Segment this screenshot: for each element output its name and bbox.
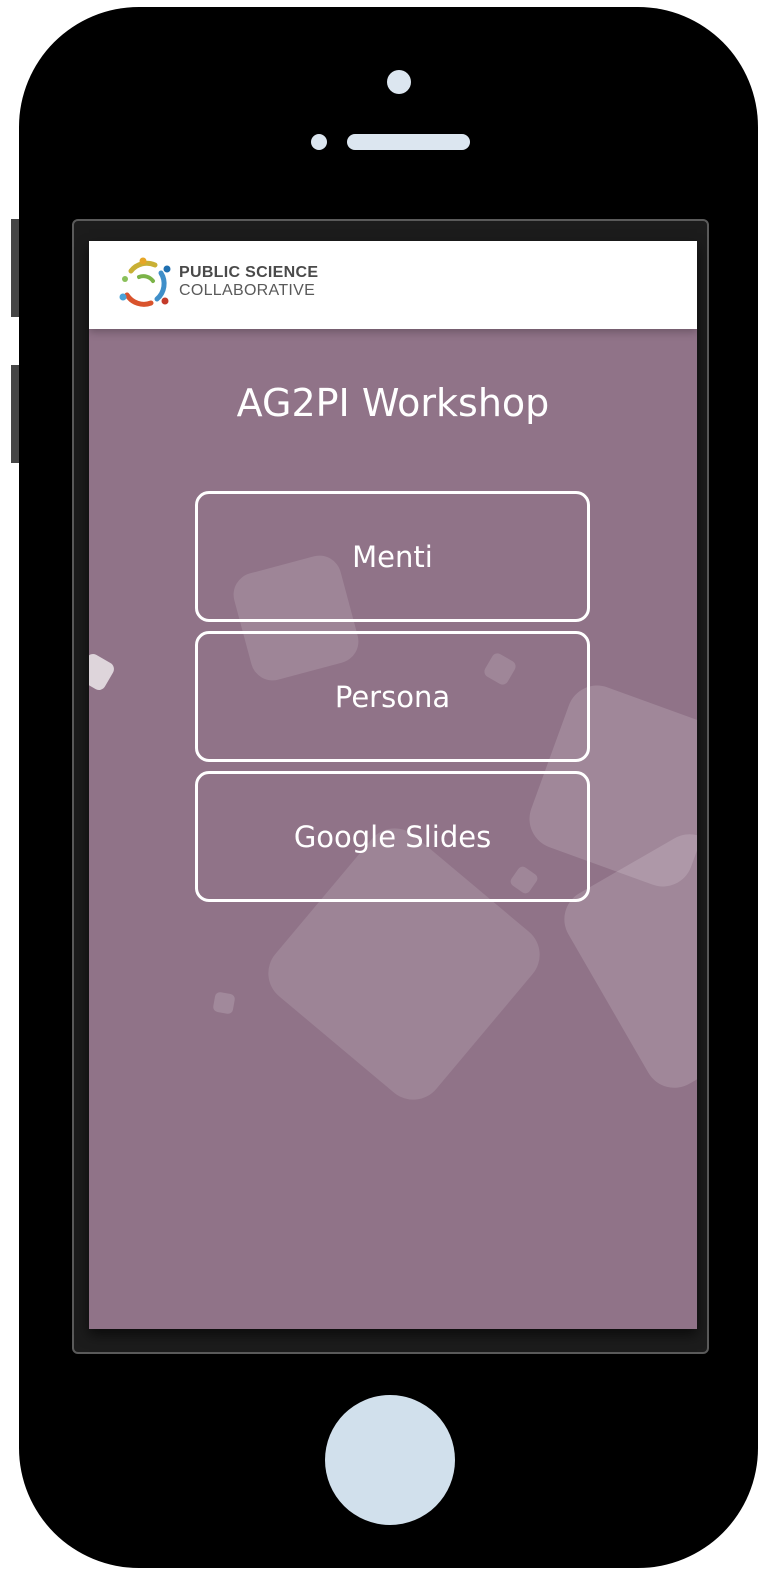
app-header: PUBLIC SCIENCE COLLABORATIVE — [89, 241, 697, 329]
menti-button[interactable]: Menti — [195, 491, 590, 622]
screen-bezel: PUBLIC SCIENCE COLLABORATIVE AG2PI Works… — [72, 219, 709, 1354]
google-slides-button[interactable]: Google Slides — [195, 771, 590, 902]
proximity-sensor — [311, 134, 327, 150]
page-title: AG2PI Workshop — [236, 381, 550, 425]
logo-line-2: COLLABORATIVE — [179, 282, 316, 299]
logo-line-1: PUBLIC SCIENCE — [179, 264, 319, 281]
home-button[interactable] — [325, 1395, 455, 1525]
phone-body: PUBLIC SCIENCE COLLABORATIVE AG2PI Works… — [19, 7, 758, 1568]
earpiece-speaker — [347, 134, 470, 150]
app-screen: PUBLIC SCIENCE COLLABORATIVE AG2PI Works… — [89, 241, 697, 1329]
device-mockup: PUBLIC SCIENCE COLLABORATIVE AG2PI Works… — [0, 0, 762, 1576]
decorative-shape — [89, 651, 117, 693]
persona-button[interactable]: Persona — [195, 631, 590, 762]
decorative-shape — [212, 991, 236, 1015]
logo-text: PUBLIC SCIENCE COLLABORATIVE — [179, 264, 318, 300]
public-science-collaborative-logo-icon[interactable] — [117, 255, 173, 311]
front-camera — [387, 70, 411, 94]
